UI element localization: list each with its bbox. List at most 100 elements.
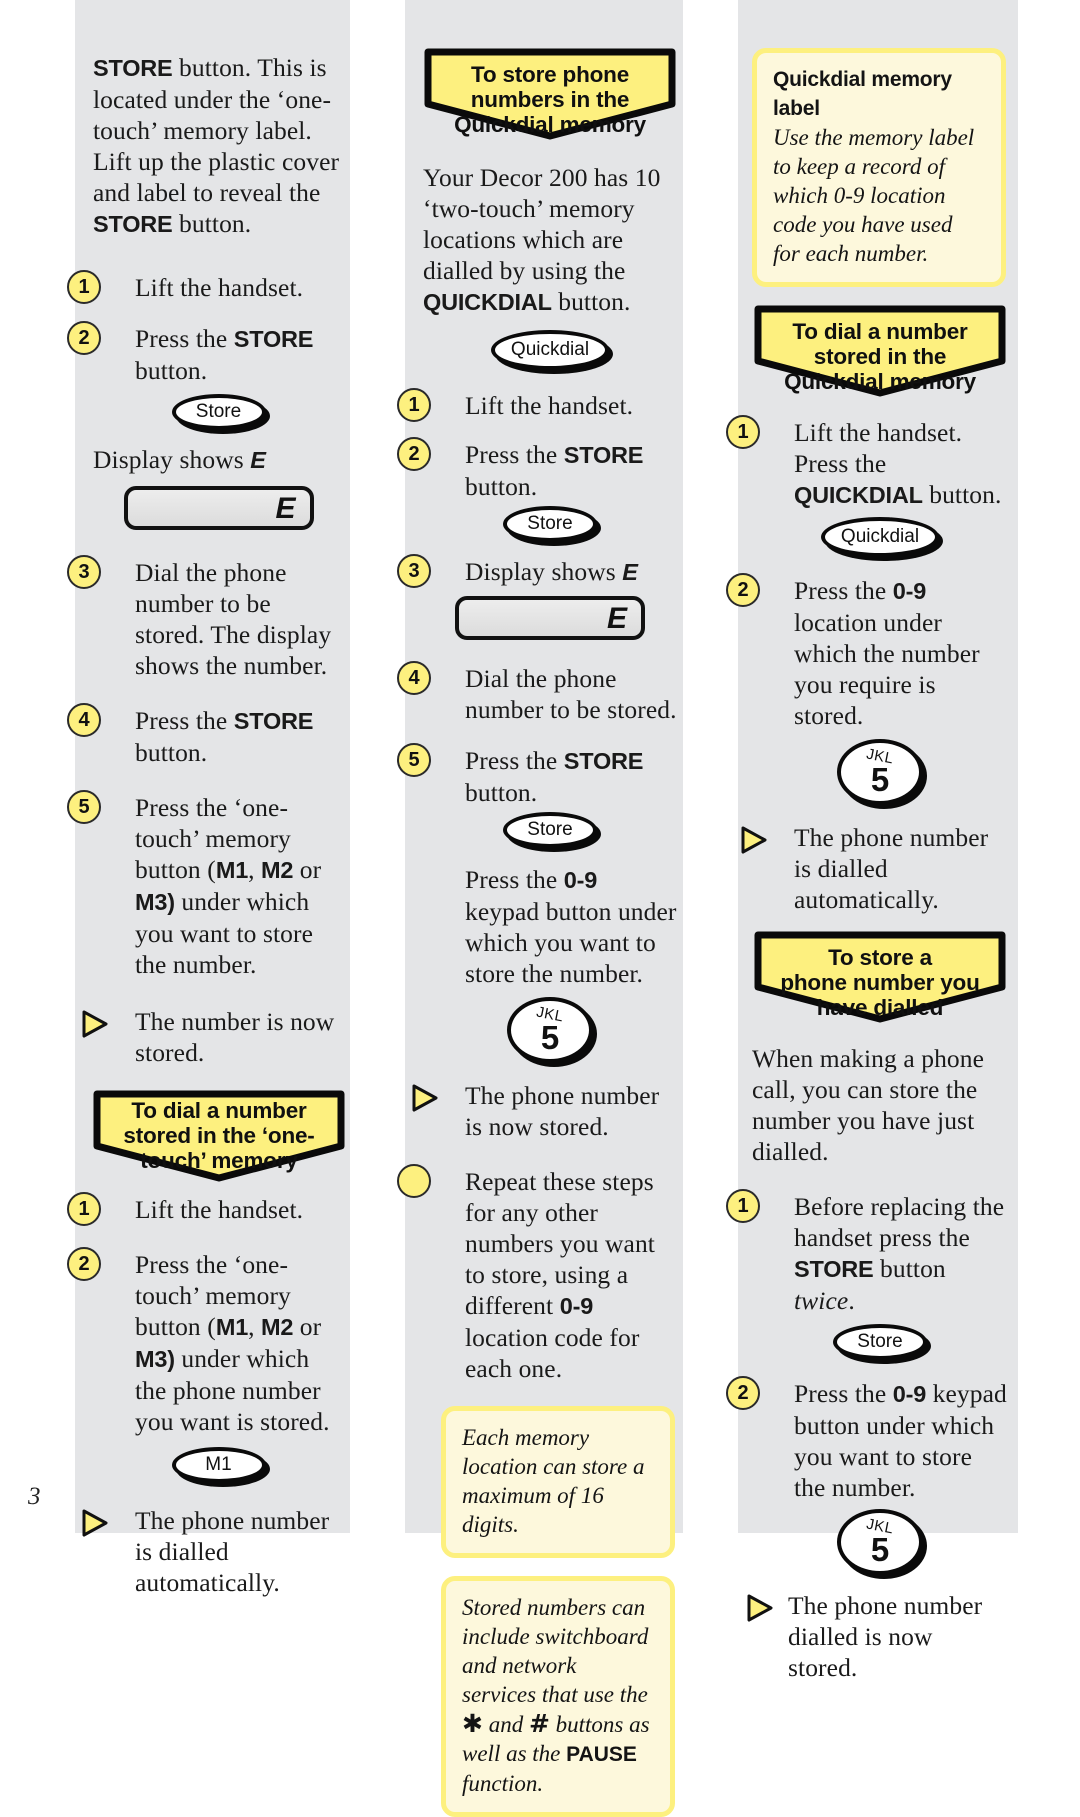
step-text: Press the ‘one-touch’ memory button (M1,… — [135, 793, 321, 979]
banner-text: To dial a number stored in the ‘one- tou… — [93, 1098, 345, 1173]
t: Press the — [794, 449, 887, 478]
result-number-stored: The phone number dialled is now stored. — [747, 1590, 1008, 1683]
step-display-shows: 3 Display shows E — [397, 554, 677, 588]
banner-line: stored in the ‘one- — [123, 1123, 315, 1148]
t: function. — [462, 1771, 544, 1796]
display-em: E — [622, 559, 638, 585]
page-number: 3 — [28, 1483, 41, 1510]
step-lift-press-quickdial: 1 Lift the handset. Press the QUICKDIAL … — [726, 415, 1008, 511]
step-number: 4 — [397, 661, 431, 695]
store-key-icon: Store — [503, 506, 601, 546]
t: Press the — [465, 865, 564, 894]
banner-line: touch’ memory — [140, 1148, 298, 1173]
step-text-pre: Press the — [135, 706, 234, 735]
step-text: Press the STORE button. — [135, 706, 313, 767]
keypad-key-graphic-wrap: JKL 5 — [423, 997, 677, 1067]
step-press-store: 2 Press the STORE button. — [397, 437, 677, 502]
intro-store-dialled: When making a phone call, you can store … — [752, 1044, 985, 1166]
store-key-label: Store — [833, 1324, 927, 1360]
quickdial-key-label: Quickdial — [821, 517, 939, 557]
key-face-inner: JKL 5 — [841, 743, 919, 801]
step-text: Press the STORE button. — [135, 324, 313, 385]
result-number-stored: The number is now stored. — [82, 1006, 344, 1068]
hash-icon: # — [528, 1709, 550, 1738]
step-text: Press the ‘one-touch’ memory button (M1,… — [135, 1250, 330, 1436]
lcd-display: E — [455, 596, 645, 640]
result-dialled-automatically: The phone number is dialled automaticall… — [741, 822, 1008, 915]
m2-bold: M2 — [261, 1314, 294, 1340]
t: Display shows — [465, 557, 623, 586]
m1-bold: M1 — [215, 857, 249, 883]
note-memory-capacity: Each memory location can store a maximum… — [441, 1406, 675, 1558]
store-key-label: Store — [503, 812, 597, 848]
step-number: 1 — [67, 1192, 101, 1226]
t: location under which the number you requ… — [794, 608, 980, 730]
twice-em: twice — [794, 1286, 849, 1315]
note-text: Use the memory label to keep a record of… — [773, 125, 975, 266]
t: , — [248, 855, 262, 884]
quickdial-key-label: Quickdial — [491, 330, 609, 370]
step-number: 2 — [397, 437, 431, 471]
store-bold: STORE — [563, 442, 644, 468]
intro-post: button. — [551, 287, 631, 316]
zero-nine-bold: 0-9 — [892, 1381, 927, 1407]
m2-bold: M2 — [261, 857, 294, 883]
key-face-inner: JKL 5 — [511, 1001, 589, 1059]
step-text: Press the STORE button. — [465, 440, 643, 501]
t: Lift the handset. — [794, 418, 963, 447]
keypad-instruction: Press the 0-9 keypad button under which … — [423, 864, 677, 989]
banner-text: To store a phone number you have dialled — [754, 945, 1006, 1020]
result-text: The phone number is now stored. — [465, 1081, 660, 1141]
step-text: Display shows E — [465, 557, 638, 586]
step-repeat: . Repeat these steps for any other numbe… — [397, 1164, 677, 1384]
step-number: 3 — [67, 555, 101, 589]
keypad-5-key-icon: JKL 5 — [837, 1509, 927, 1579]
step-dial-number: 4 Dial the phone number to be stored. — [397, 661, 677, 725]
key-digit: 5 — [870, 761, 890, 798]
step-number: 4 — [67, 703, 101, 737]
pause-bold: PAUSE — [566, 1743, 637, 1766]
asterisk-icon: ✱ — [462, 1709, 483, 1738]
step-dial-lift-handset: 1 Lift the handset. — [67, 1192, 344, 1226]
step-text: Repeat these steps for any other numbers… — [465, 1167, 655, 1383]
banner-line: numbers in the — [470, 87, 630, 112]
banner-line: have dialled — [816, 995, 944, 1020]
t: Press the — [465, 746, 564, 775]
lcd-display-wrap: E — [423, 596, 677, 645]
store-key-label: Store — [171, 394, 266, 430]
t: and — [482, 1712, 529, 1737]
manual-page: STORE button. This is located under the … — [0, 0, 1080, 1817]
note-text: Each memory location can store a maximum… — [462, 1425, 645, 1537]
step-press-store: 2 Press the STORE button. — [67, 321, 344, 386]
t: button. — [922, 480, 1002, 509]
display-caption: Display shows E — [93, 444, 344, 476]
step-dial-press-onetouch: 2 Press the ‘one-touch’ memory button (M… — [67, 1247, 344, 1437]
key-face: JKL 5 — [837, 1509, 923, 1575]
banner-text: To store phone numbers in the Quickdial … — [424, 62, 676, 137]
result-text: The phone number is dialled automaticall… — [135, 1506, 330, 1597]
intro-pre: Your Decor 200 has 10 ‘two-touch’ memory… — [423, 163, 661, 285]
step-press-location: 2 Press the 0-9 location under which the… — [726, 573, 1008, 731]
lcd-display: E — [123, 486, 314, 530]
store-bold: STORE — [794, 1256, 874, 1282]
t: Press the — [794, 1379, 893, 1408]
key-face: JKL 5 — [837, 739, 923, 805]
step-number: 1 — [726, 415, 760, 449]
quickdial-bold: QUICKDIAL — [794, 482, 923, 508]
store-key-icon: Store — [503, 812, 601, 852]
column-one: STORE button. This is located under the … — [67, 0, 350, 1597]
m3-bold: M3) — [135, 1346, 175, 1372]
step-number: 2 — [67, 1247, 101, 1281]
key-face: JKL 5 — [507, 997, 593, 1063]
banner-store-quickdial: To store phone numbers in the Quickdial … — [424, 48, 676, 140]
quickdial-key-graphic-wrap: Quickdial — [752, 517, 1008, 561]
banner-text: To dial a number stored in the Quickdial… — [754, 319, 1006, 394]
intro-text-2: button. — [172, 209, 252, 238]
note-quickdial-memory-label: Quickdial memory label Use the memory la… — [752, 48, 1006, 287]
m1-bold: M1 — [215, 1314, 249, 1340]
m1-key-label: M1 — [171, 1447, 266, 1483]
note-stored-numbers: Stored numbers can include switchboard a… — [441, 1576, 675, 1817]
intro-paragraph: STORE button. This is located under the … — [93, 52, 344, 240]
banner-dial-quickdial: To dial a number stored in the Quickdial… — [754, 305, 1006, 397]
t: Press the — [465, 440, 564, 469]
